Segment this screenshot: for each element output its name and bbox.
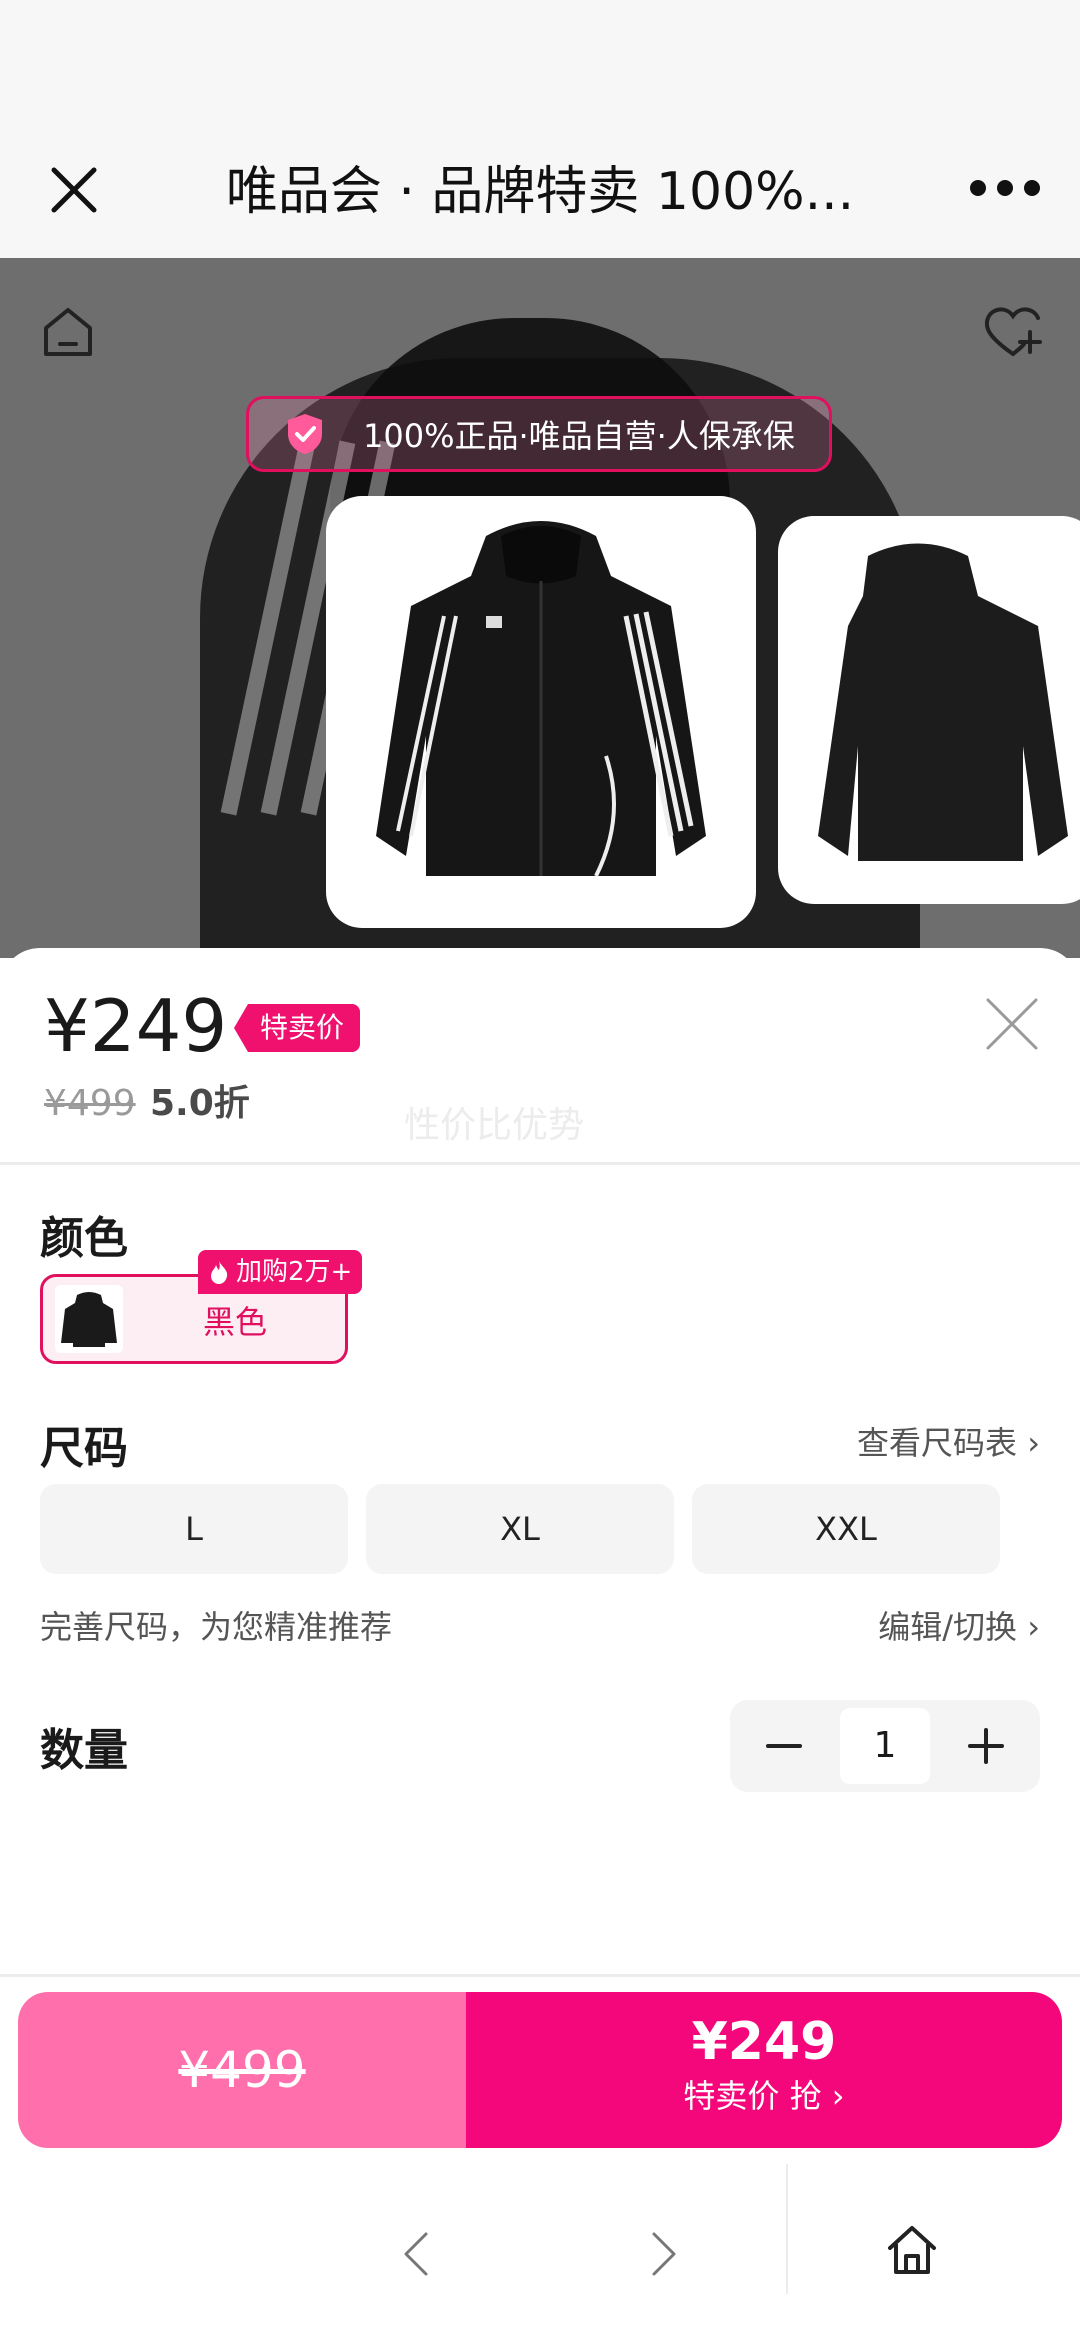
color-section-label: 颜色 <box>40 1213 128 1264</box>
browser-navbar <box>0 2164 1080 2344</box>
size-tip: 完善尺码，为您精准推荐 <box>40 1608 393 1646</box>
shield-check-icon <box>288 414 322 454</box>
size-option-xl[interactable]: XL <box>366 1484 674 1574</box>
discount-label: 5.0折 <box>150 1083 250 1124</box>
size-section-label: 尺码 <box>40 1423 128 1474</box>
size-option-xxl[interactable]: XXL <box>692 1484 1000 1574</box>
back-icon[interactable] <box>396 2226 436 2282</box>
hot-tag-text: 加购2万+ <box>236 1257 353 1287</box>
product-hero: 100%正品·唯品自营·人保承保 <box>0 258 1080 958</box>
sale-price-tag: 特卖价 <box>234 1004 361 1052</box>
home-nav-icon[interactable] <box>884 2222 940 2278</box>
buy-now-button[interactable]: ¥249 特卖价 抢 › <box>466 1992 1062 2148</box>
flame-icon <box>211 1261 228 1284</box>
authenticity-badge: 100%正品·唯品自营·人保承保 <box>246 396 832 472</box>
quantity-value[interactable]: 1 <box>840 1708 930 1784</box>
size-chart-link[interactable]: 查看尺码表 › <box>857 1418 1040 1464</box>
close-sheet-icon[interactable] <box>982 994 1042 1054</box>
size-chart-link-text: 查看尺码表 <box>857 1424 1018 1462</box>
hot-tag: 加购2万+ <box>198 1250 363 1294</box>
quantity-stepper: 1 <box>730 1700 1040 1792</box>
quantity-section-label: 数量 <box>40 1725 128 1776</box>
product-thumbnail-front[interactable] <box>326 496 756 928</box>
sale-price: ¥249 <box>44 984 228 1068</box>
divider <box>0 1162 1080 1165</box>
forward-icon[interactable] <box>644 2226 684 2282</box>
divider <box>0 1974 1080 1977</box>
original-price: ¥499 <box>44 1083 136 1124</box>
chevron-right-icon: › <box>1017 1424 1040 1462</box>
buy-now-price: ¥249 <box>691 2012 837 2072</box>
buy-now-label: 特卖价 抢 › <box>683 2077 845 2115</box>
minus-icon[interactable] <box>760 1722 808 1770</box>
plus-icon[interactable] <box>962 1722 1010 1770</box>
close-icon[interactable] <box>44 160 104 220</box>
color-option-label: 黑色 <box>203 1303 268 1341</box>
authenticity-text: 100%正品·唯品自营·人保承保 <box>363 417 795 455</box>
original-price-button[interactable]: ¥499 <box>18 1992 466 2148</box>
home-icon[interactable] <box>38 302 98 362</box>
size-edit-link[interactable]: 编辑/切换 › <box>878 1602 1040 1648</box>
color-swatch-image <box>55 1285 123 1353</box>
browser-topbar: 唯品会 · 品牌特卖 100%... <box>0 0 1080 258</box>
page-title: 唯品会 · 品牌特卖 100%... <box>225 162 855 222</box>
value-watermark: 性价比优势 <box>404 1105 585 1146</box>
more-icon[interactable] <box>970 168 1040 208</box>
divider <box>786 2164 788 2294</box>
favorite-add-icon[interactable] <box>980 302 1046 362</box>
chevron-right-icon: › <box>1017 1608 1040 1646</box>
product-thumbnail-back[interactable] <box>778 516 1080 904</box>
size-edit-text: 编辑/切换 <box>878 1608 1018 1646</box>
size-option-l[interactable]: L <box>40 1484 348 1574</box>
buy-bar: ¥499 ¥249 特卖价 抢 › <box>18 1992 1062 2148</box>
